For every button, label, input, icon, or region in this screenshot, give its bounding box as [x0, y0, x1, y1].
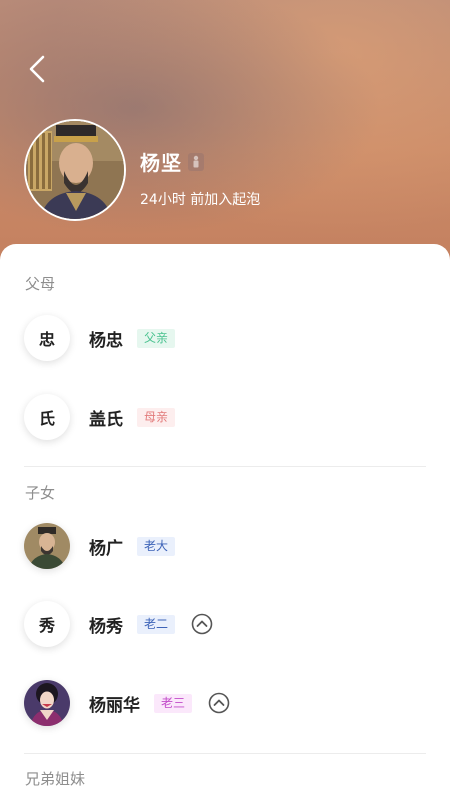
- member-name: 杨丽华: [89, 695, 140, 716]
- member-name: 杨秀: [89, 616, 123, 637]
- relation-badge: 父亲: [137, 328, 176, 348]
- chevron-left-icon: [29, 55, 45, 83]
- section-title-siblings: 兄弟姐妹: [25, 770, 86, 788]
- profile-name-row: 杨坚: [140, 147, 204, 176]
- avatar: 氏: [24, 394, 70, 440]
- divider: [24, 753, 426, 754]
- avatar: [24, 523, 70, 569]
- profile-avatar[interactable]: [24, 119, 126, 221]
- relation-badge: 老二: [137, 614, 176, 634]
- section-title-children: 子女: [25, 484, 56, 502]
- joined-time: 24小时 前加入起泡: [140, 192, 261, 208]
- divider: [24, 466, 426, 467]
- member-row-child-3[interactable]: 杨丽华 老三: [24, 678, 230, 728]
- male-icon: [188, 152, 204, 171]
- portrait-photo: [24, 680, 70, 726]
- profile-header: 杨坚 24小时 前加入起泡: [0, 0, 450, 270]
- member-row-child-2[interactable]: 秀 杨秀 老二: [24, 599, 213, 649]
- family-sheet: 父母 忠 杨忠 父亲 氏 盖氏 母亲 子女 杨广 老大 秀 杨秀 老二 杨丽华 …: [0, 244, 450, 800]
- chevron-up-circle-icon[interactable]: [191, 613, 213, 635]
- member-row-child-1[interactable]: 杨广 老大: [24, 521, 176, 571]
- chevron-up-circle-icon[interactable]: [208, 692, 230, 714]
- relation-badge: 老三: [154, 693, 193, 713]
- member-row-mother[interactable]: 氏 盖氏 母亲: [24, 392, 176, 442]
- back-button[interactable]: [22, 52, 52, 86]
- member-name: 杨忠: [89, 330, 123, 351]
- member-name: 杨广: [89, 538, 123, 559]
- relation-badge: 母亲: [137, 407, 176, 427]
- portrait-photo: [24, 523, 70, 569]
- relation-badge: 老大: [137, 536, 176, 556]
- member-row-father[interactable]: 忠 杨忠 父亲: [24, 313, 176, 363]
- section-title-parents: 父母: [25, 275, 56, 293]
- avatar: 秀: [24, 601, 70, 647]
- avatar: 忠: [24, 315, 70, 361]
- profile-name: 杨坚: [140, 151, 182, 175]
- portrait-photo: [26, 121, 124, 219]
- avatar: [24, 680, 70, 726]
- member-name: 盖氏: [89, 409, 123, 430]
